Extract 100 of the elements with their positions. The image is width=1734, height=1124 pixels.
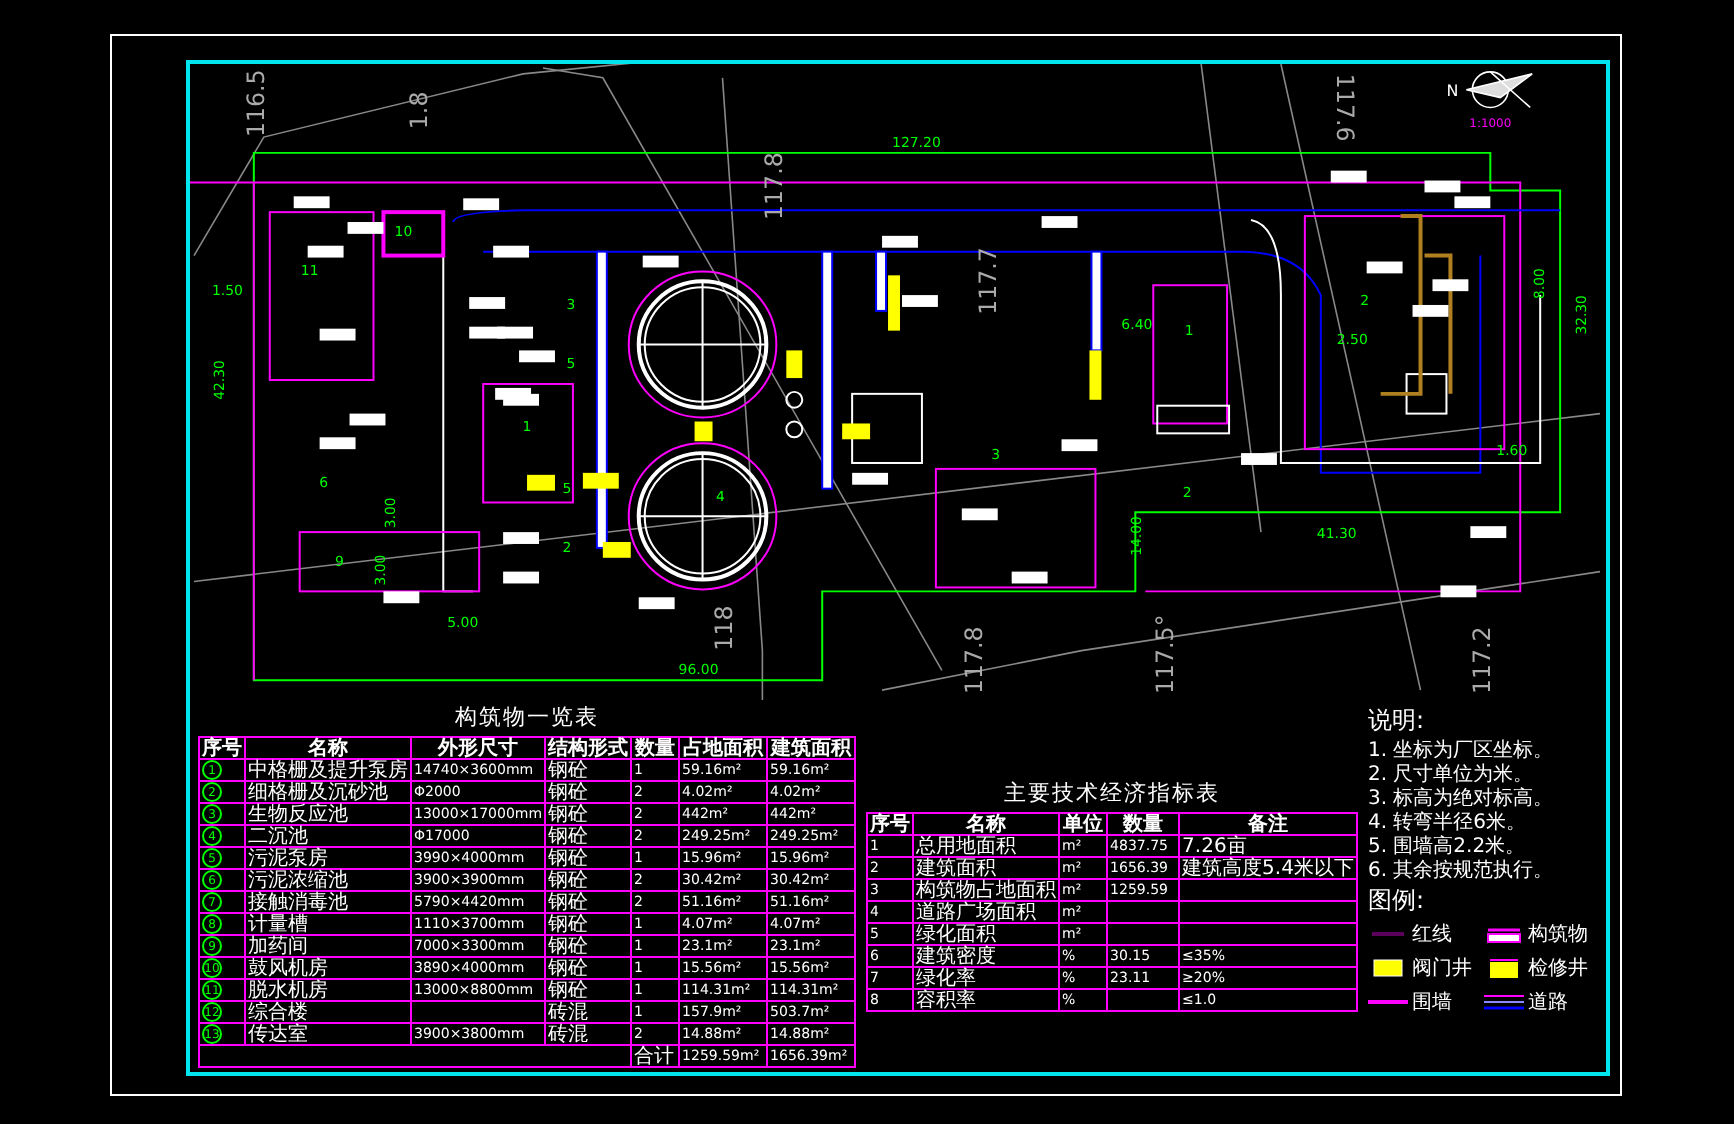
legend-symbol-icon	[1483, 992, 1524, 1012]
table-cell: 容积率	[913, 989, 1060, 1011]
table-cell: 传达室	[245, 1023, 411, 1045]
label-block	[503, 571, 539, 584]
label-block	[1061, 439, 1098, 452]
elevation-label: 116.5	[241, 69, 270, 138]
label-block	[519, 350, 555, 363]
table-cell: 钢砼	[545, 869, 632, 891]
legend-label: 道路	[1527, 990, 1568, 1016]
table-cell: 7.26亩	[1179, 835, 1357, 857]
legend-label: 红线	[1411, 921, 1452, 948]
building-outline	[381, 210, 446, 258]
building-outline	[482, 383, 574, 504]
legend-label: 构筑物	[1527, 921, 1588, 948]
label-block	[1041, 216, 1078, 228]
note-text: 4. 转弯半径6米。	[1367, 812, 1529, 834]
elevation-label: 118	[710, 605, 739, 651]
label-block	[642, 255, 679, 268]
table-cell: 钢砼	[545, 825, 632, 847]
column-header: 占地面积	[679, 737, 768, 759]
table-cell: 综合楼	[245, 1001, 411, 1023]
table-cell: 砖混	[545, 1001, 632, 1023]
table-cell: 钢砼	[545, 891, 632, 913]
label-block	[1241, 453, 1277, 465]
valve-block	[1089, 350, 1102, 400]
table-cell: 加药间	[245, 935, 411, 957]
label-block	[463, 198, 500, 211]
label-block	[638, 597, 675, 610]
label-block	[347, 222, 384, 234]
label-block	[852, 472, 889, 485]
label-block	[319, 437, 356, 450]
table-cell: 钢砼	[545, 913, 632, 935]
valve-block	[694, 421, 713, 442]
elevation-label: 117.5°	[1151, 614, 1180, 695]
column-header: 建筑面积	[767, 737, 856, 759]
table-cell: 钢砼	[545, 803, 632, 825]
label-block	[1470, 526, 1507, 539]
column-header: 名称	[245, 737, 411, 759]
note-text: 5. 围墙高2.2米。	[1367, 836, 1528, 858]
table-cell: 绿化率	[913, 967, 1060, 989]
label-block	[1330, 170, 1367, 183]
label-block	[961, 508, 998, 521]
table-cell: 生物反应池	[245, 803, 411, 825]
table-title: 主要技术经济指标表	[1004, 778, 1220, 808]
column-header: 序号	[199, 737, 245, 759]
valve-block	[527, 474, 555, 491]
table-cell: 污泥浓缩池	[245, 869, 411, 891]
label-block	[1440, 585, 1477, 598]
table-cell: 计量槽	[245, 913, 411, 935]
table-title: 构筑物一览表	[455, 702, 600, 732]
valve-block	[888, 275, 900, 331]
valve-block	[842, 423, 871, 440]
note-text: 2. 尺寸单位为米。	[1367, 764, 1536, 786]
column-header: 备注	[1179, 813, 1357, 835]
table-cell: 合计	[631, 1045, 680, 1067]
elevation-label: 117.6	[1330, 73, 1359, 142]
legend-title: 图例:	[1367, 884, 1426, 918]
label-block	[319, 328, 356, 341]
column-header: 数量	[1107, 813, 1180, 835]
label-block	[293, 196, 330, 209]
table-cell: 钢砼	[545, 759, 632, 781]
elevation-label: 117.8	[959, 626, 988, 695]
column-header: 单位	[1059, 813, 1108, 835]
table-cell: 钢砼	[545, 781, 632, 803]
note-text: 6. 其余按规范执行。	[1367, 860, 1556, 882]
table-cell: 中格栅及提升泵房	[245, 759, 411, 781]
label-block	[493, 245, 530, 258]
label-block	[902, 295, 938, 307]
valve-block	[786, 350, 803, 379]
legend-label: 围墙	[1411, 989, 1452, 1016]
building-outline	[851, 392, 923, 464]
label-block	[1011, 571, 1048, 584]
elevation-label: 117.7	[973, 247, 1002, 315]
label-block	[1366, 261, 1403, 274]
north-arrow-icon	[1465, 71, 1533, 109]
column-header: 数量	[631, 737, 680, 759]
table-cell: 钢砼	[545, 957, 632, 979]
label-block	[307, 245, 344, 258]
pipe-rack	[1090, 250, 1103, 352]
table-cell: 建筑面积	[913, 857, 1060, 879]
table-cell: 道路广场面积	[913, 901, 1060, 923]
notes-title: 说明:	[1367, 704, 1426, 738]
label-block	[383, 591, 420, 604]
table-cell: 鼓风机房	[245, 957, 411, 979]
column-header: 名称	[913, 813, 1060, 835]
legend-label: 阀门井	[1411, 955, 1472, 982]
table-cell: 细格栅及沉砂池	[245, 781, 411, 803]
valve-block	[582, 472, 619, 489]
pipe-rack	[875, 250, 887, 312]
table-cell: 脱水机房	[245, 979, 411, 1001]
legend-symbol-icon	[1483, 924, 1524, 944]
label-block	[1424, 180, 1461, 193]
table-cell: 钢砼	[545, 847, 632, 869]
note-text: 3. 标高为绝对标高。	[1367, 788, 1556, 810]
table-cell: 总用地面积	[913, 835, 1060, 857]
table-cell: 绿化面积	[913, 923, 1060, 945]
label-block	[882, 235, 918, 248]
legend-symbol-icon	[1367, 958, 1408, 978]
legend-label: 检修井	[1527, 955, 1588, 982]
note-text: 1. 坐标为厂区坐标。	[1367, 740, 1556, 762]
